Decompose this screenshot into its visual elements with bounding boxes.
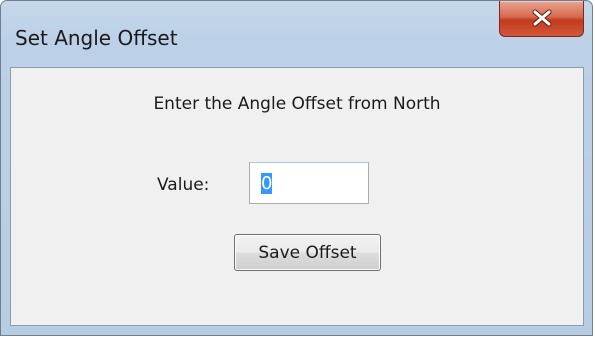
dialog-content: Enter the Angle Offset from North Value:…: [10, 67, 584, 326]
dialog-window: Set Angle Offset Enter the Angle Offset …: [0, 0, 593, 336]
prompt-label: Enter the Angle Offset from North: [153, 94, 441, 114]
window-title: Set Angle Offset: [15, 26, 178, 50]
save-offset-button[interactable]: Save Offset: [234, 234, 381, 271]
title-bar[interactable]: Set Angle Offset: [1, 1, 592, 61]
angle-offset-input[interactable]: [249, 162, 369, 204]
close-icon: [532, 9, 552, 27]
close-button[interactable]: [499, 1, 584, 37]
value-label: Value:: [157, 175, 210, 195]
